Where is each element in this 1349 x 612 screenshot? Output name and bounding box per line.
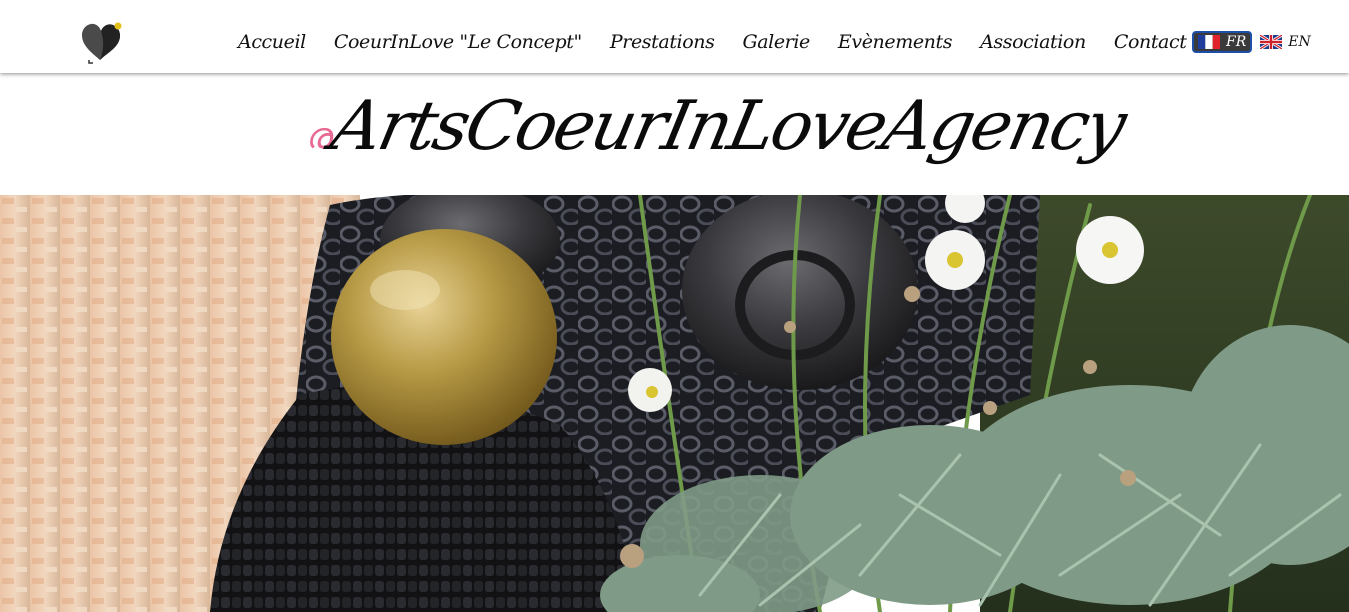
language-en-label: EN (1288, 34, 1311, 50)
nav-item-concept[interactable]: CoeurInLove "Le Concept" (320, 31, 596, 53)
nav-item-contact[interactable]: Contact (1100, 31, 1201, 53)
nav-item-evenements[interactable]: Evènements (824, 31, 966, 53)
nav-item-prestations[interactable]: Prestations (596, 31, 729, 53)
brand-title: ArtsCoeurInLoveAgency (324, 87, 1131, 166)
heart-logo-icon[interactable] (80, 20, 126, 64)
nav-item-association[interactable]: Association (966, 31, 1100, 53)
site-header: Accueil CoeurInLove "Le Concept" Prestat… (0, 0, 1349, 73)
language-switcher: FR EN (1192, 31, 1316, 53)
language-fr-button[interactable]: FR (1192, 31, 1253, 53)
hero-image (0, 195, 1349, 612)
nav-item-accueil[interactable]: Accueil (224, 31, 320, 53)
brand-banner: ര ArtsCoeurInLoveAgency (0, 73, 1349, 195)
uk-flag-icon (1260, 35, 1283, 49)
main-navigation: Accueil CoeurInLove "Le Concept" Prestat… (224, 28, 1200, 56)
france-flag-icon (1198, 35, 1220, 49)
sculpture-with-flowers-image (0, 195, 1349, 612)
language-fr-label: FR (1226, 34, 1247, 50)
language-en-button[interactable]: EN (1255, 31, 1315, 53)
nav-item-galerie[interactable]: Galerie (728, 31, 823, 53)
